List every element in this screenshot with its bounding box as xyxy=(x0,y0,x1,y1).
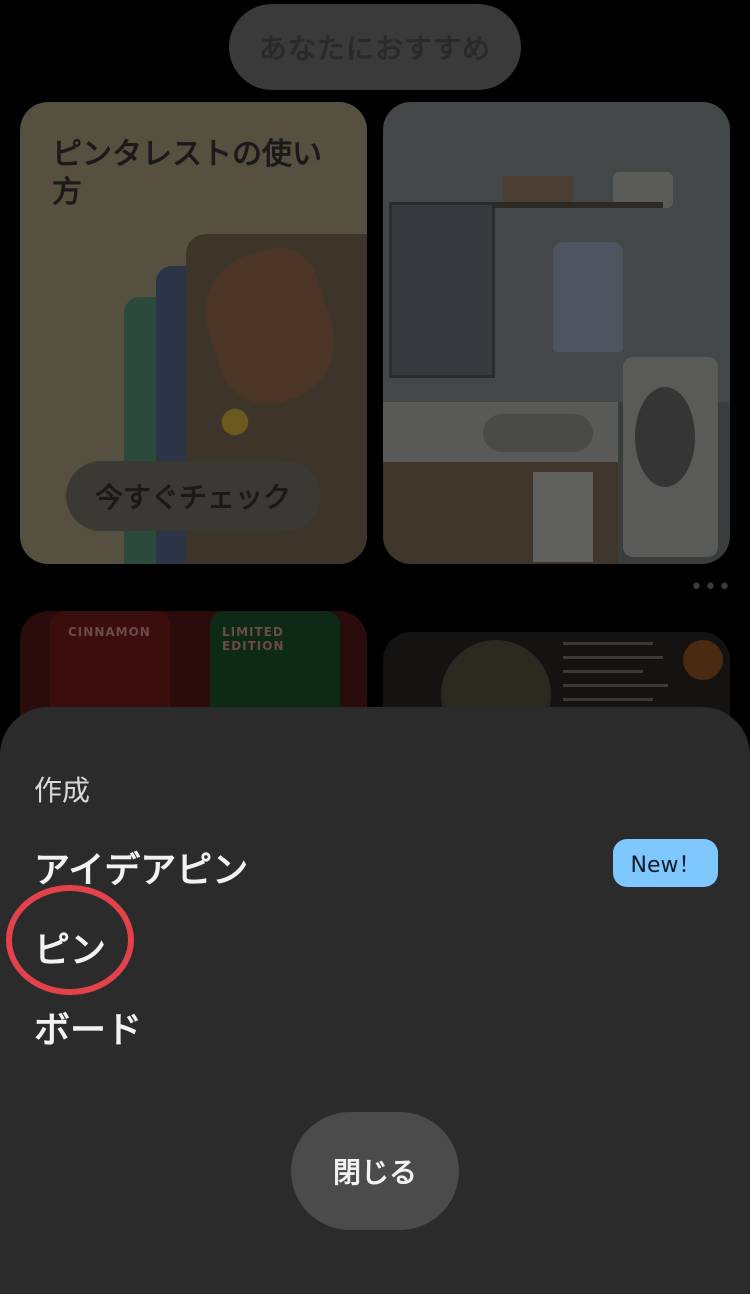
guide-image-flowers xyxy=(205,392,265,452)
pin-image-text-line xyxy=(563,670,643,673)
guide-card-title: ピンタレストの使い方 xyxy=(52,137,322,210)
pin-image-sink xyxy=(483,414,593,452)
pin-image-mirror xyxy=(389,202,495,378)
pin-card-laundry-room[interactable] xyxy=(383,102,730,564)
highlight-circle xyxy=(6,885,134,995)
pin-image-washer-door xyxy=(635,387,695,487)
more-horizontal-icon[interactable]: ••• xyxy=(690,577,731,599)
sheet-heading: 作成 xyxy=(34,774,91,807)
pin-image-orange xyxy=(683,640,723,680)
option-board[interactable]: ボード xyxy=(34,1001,142,1053)
close-button[interactable]: 閉じる xyxy=(291,1112,459,1230)
pin-image-text-line xyxy=(563,684,668,687)
check-now-button[interactable]: 今すぐチェック xyxy=(66,461,320,531)
pin-image-text-line xyxy=(563,656,663,659)
pin-image-box xyxy=(503,176,573,204)
create-sheet: 作成 アイデアピン New！ ピン ボード 閉じる xyxy=(0,707,750,1294)
can-label: CINNAMON xyxy=(68,625,151,639)
tab-for-you[interactable]: あなたにおすすめ xyxy=(229,4,521,90)
pin-image-text-line xyxy=(563,698,653,701)
pin-image-bin xyxy=(533,472,593,562)
new-badge: New！ xyxy=(613,839,718,887)
pin-image-text-line xyxy=(563,642,653,645)
pin-image-shirt xyxy=(553,242,623,352)
can-label: LIMITED EDITION xyxy=(222,625,285,653)
pin-image-shelf xyxy=(493,202,663,208)
pin-card-guide[interactable]: ピンタレストの使い方 今すぐチェック xyxy=(20,102,367,564)
